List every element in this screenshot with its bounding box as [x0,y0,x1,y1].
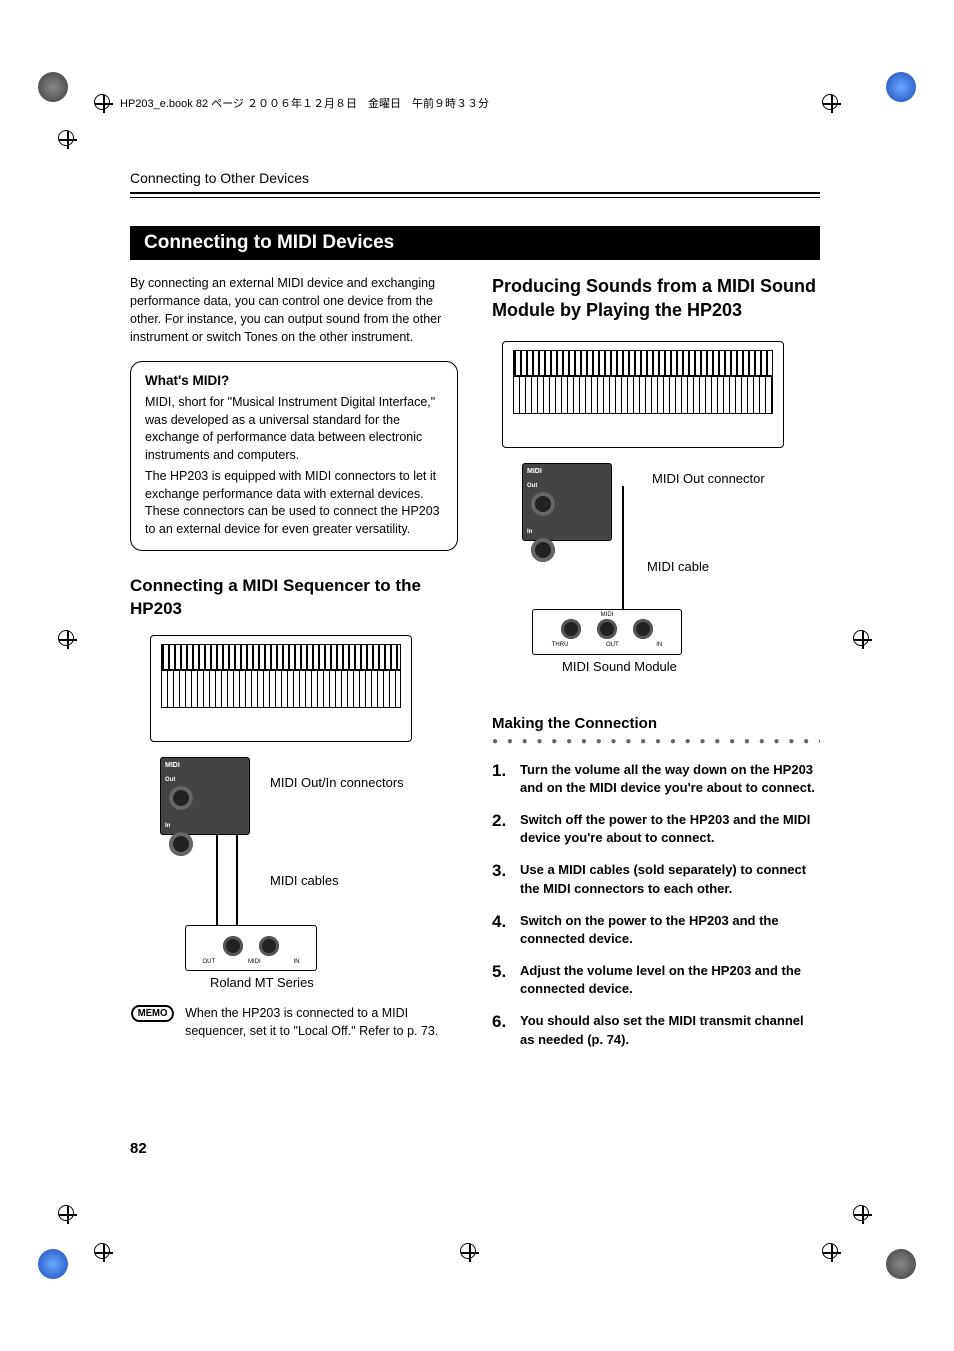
diagram-module: MIDI Out In MIDI Out connector MIDI cabl… [492,341,820,691]
print-mark-tl [38,72,68,102]
sub-heading: Producing Sounds from a MIDI Sound Modul… [492,274,820,323]
label-cable: MIDI cable [647,559,709,574]
page-number: 82 [130,1140,147,1157]
crosshair-icon [822,94,838,110]
din-connector-icon [561,619,581,639]
crosshair-icon [94,1243,110,1259]
midi-panel: MIDI Out In [160,757,250,835]
label-out-connector: MIDI Out connector [652,471,765,486]
label-cables: MIDI cables [270,873,339,888]
callout-box: What's MIDI? MIDI, short for "Musical In… [130,361,458,552]
port-out-label: OUT [202,959,215,965]
sound-module-box: THRU OUT IN MIDI [532,609,682,655]
dotted-rule: ● ● ● ● ● ● ● ● ● ● ● ● ● ● ● ● ● ● ● ● … [492,736,820,747]
crosshair-icon [58,130,74,146]
memo-row: MEMO When the HP203 is connected to a MI… [130,1005,458,1040]
intro-paragraph: By connecting an external MIDI device an… [130,274,458,347]
divider [130,192,820,198]
crosshair-icon [58,1205,74,1221]
out-label: Out [527,483,537,489]
print-mark-tr [886,72,916,102]
step-item: Turn the volume all the way down on the … [492,761,820,797]
crosshair-icon [460,1243,476,1259]
step-item: Adjust the volume level on the HP203 and… [492,962,820,998]
section-heading: Connecting to MIDI Devices [130,226,820,260]
crosshair-icon [822,1243,838,1259]
port-out-label: OUT [606,642,619,648]
in-label: In [165,823,170,829]
steps-list: Turn the volume all the way down on the … [492,761,820,1049]
sequencer-box: OUT MIDI IN [185,925,317,971]
din-connector-icon [531,538,555,562]
din-connector-icon [531,492,555,516]
port-header: MIDI [533,612,681,618]
din-connector-icon [223,936,243,956]
out-label: Out [165,777,175,783]
in-label: In [527,529,532,535]
midi-label: MIDI [165,762,245,769]
port-in-label: IN [656,642,662,648]
label-module: MIDI Sound Module [562,659,677,674]
din-connector-icon [259,936,279,956]
port-in-label: IN [294,959,300,965]
header-text: HP203_e.book 82 ページ ２００６年１２月８日 金曜日 午前９時３… [120,98,489,110]
step-item: You should also set the MIDI transmit ch… [492,1012,820,1048]
callout-title: What's MIDI? [145,372,443,391]
memo-icon: MEMO [131,1005,174,1022]
keyboard-icon [150,635,412,742]
breadcrumb: Connecting to Other Devices [130,170,820,186]
din-connector-icon [169,832,193,856]
keyboard-icon [502,341,784,448]
sub-heading: Connecting a MIDI Sequencer to the HP203 [130,575,458,621]
din-connector-icon [633,619,653,639]
port-thru-label: THRU [552,642,569,648]
diagram-sequencer: MIDI Out In MIDI Out/In connectors MIDI … [130,635,458,995]
label-unit: Roland MT Series [210,975,314,990]
label-connectors: MIDI Out/In connectors [270,775,404,790]
memo-text: When the HP203 is connected to a MIDI se… [185,1005,458,1040]
header-metadata: HP203_e.book 82 ページ ２００６年１２月８日 金曜日 午前９時３… [120,95,489,111]
step-item: Switch off the power to the HP203 and th… [492,811,820,847]
crosshair-icon [853,630,869,646]
step-item: Switch on the power to the HP203 and the… [492,912,820,948]
din-connector-icon [597,619,617,639]
callout-paragraph: The HP203 is equipped with MIDI connecto… [145,468,443,538]
step-item: Use a MIDI cables (sold separately) to c… [492,861,820,897]
crosshair-icon [58,630,74,646]
port-midi-label: MIDI [248,959,261,965]
making-connection-heading: Making the Connection [492,715,820,732]
midi-label: MIDI [527,468,607,475]
print-mark-br [886,1249,916,1279]
din-connector-icon [169,786,193,810]
crosshair-icon [94,94,110,110]
crosshair-icon [853,1205,869,1221]
midi-panel: MIDI Out In [522,463,612,541]
callout-paragraph: MIDI, short for "Musical Instrument Digi… [145,394,443,464]
print-mark-bl [38,1249,68,1279]
